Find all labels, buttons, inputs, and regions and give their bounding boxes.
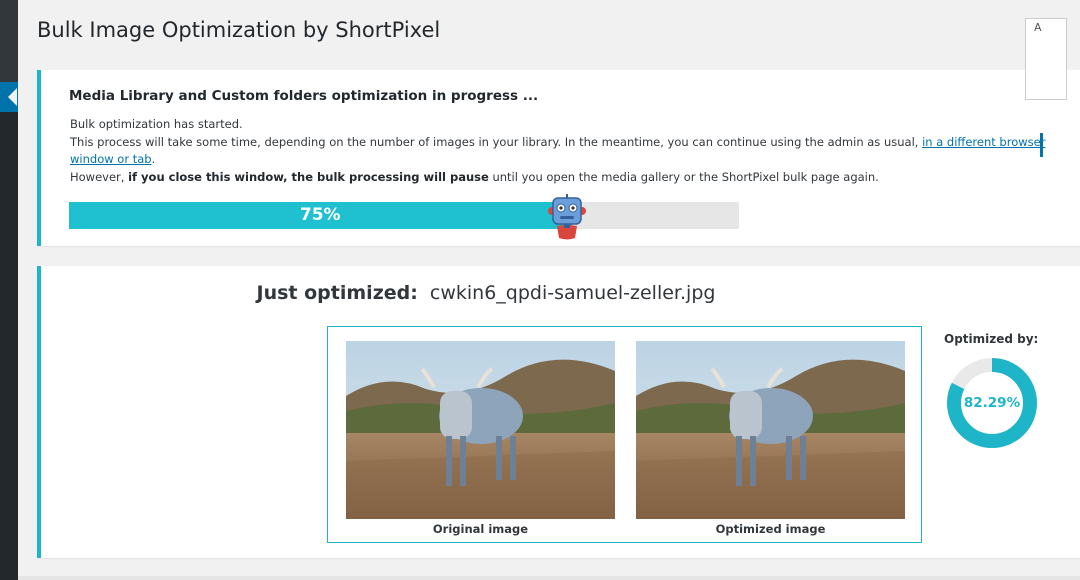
progress-heading: Media Library and Custom folders optimiz… xyxy=(69,88,539,104)
optimized-filename: cwkin6_qpdi-samuel-zeller.jpg xyxy=(429,282,716,304)
just-optimized-box: Just optimized: cwkin6_qpdi-samuel-zelle… xyxy=(37,266,1080,558)
progress-box: Media Library and Custom folders optimiz… xyxy=(37,70,1080,246)
optimized-by-label: Optimized by: xyxy=(944,332,1039,346)
progress-description: Bulk optimization has started. This proc… xyxy=(70,116,1070,186)
progress-line-2-end: . xyxy=(151,152,156,166)
progress-line-3-start: However, xyxy=(70,169,129,184)
sidebar-upper xyxy=(0,0,18,82)
just-optimized-title: Just optimized: cwkin6_qpdi-samuel-zelle… xyxy=(41,282,931,304)
sidebar-lower xyxy=(0,225,18,580)
optimized-by-value: 82.29% xyxy=(963,395,1021,411)
just-optimized-label: Just optimized: xyxy=(256,282,418,304)
side-button-edge[interactable] xyxy=(1040,133,1043,157)
optimized-image xyxy=(636,341,905,519)
close-window-warning: if you close this window, the bulk proce… xyxy=(128,169,489,184)
page-title: Bulk Image Optimization by ShortPixel xyxy=(37,18,441,42)
progress-line-2-start: This process will take some time, depend… xyxy=(70,134,923,149)
progress-bar: 75% xyxy=(69,202,739,229)
side-panel-letter: A xyxy=(1034,21,1042,34)
shortpixel-robot-icon xyxy=(548,194,586,240)
admin-sidebar xyxy=(0,0,18,580)
progress-line-1: Bulk optimization has started. xyxy=(70,117,243,131)
optimized-image-caption: Optimized image xyxy=(715,522,826,536)
progress-percent-label: 75% xyxy=(299,205,341,225)
original-image-caption: Original image xyxy=(432,522,529,536)
side-panel: A xyxy=(1025,18,1067,100)
sidebar-current-arrow-icon xyxy=(8,88,17,106)
image-comparison-frame: Original image Optimized image xyxy=(327,326,922,543)
original-image xyxy=(346,341,615,519)
progress-line-3-end: until you open the media gallery or the … xyxy=(488,169,879,184)
footer-divider xyxy=(18,576,1080,580)
